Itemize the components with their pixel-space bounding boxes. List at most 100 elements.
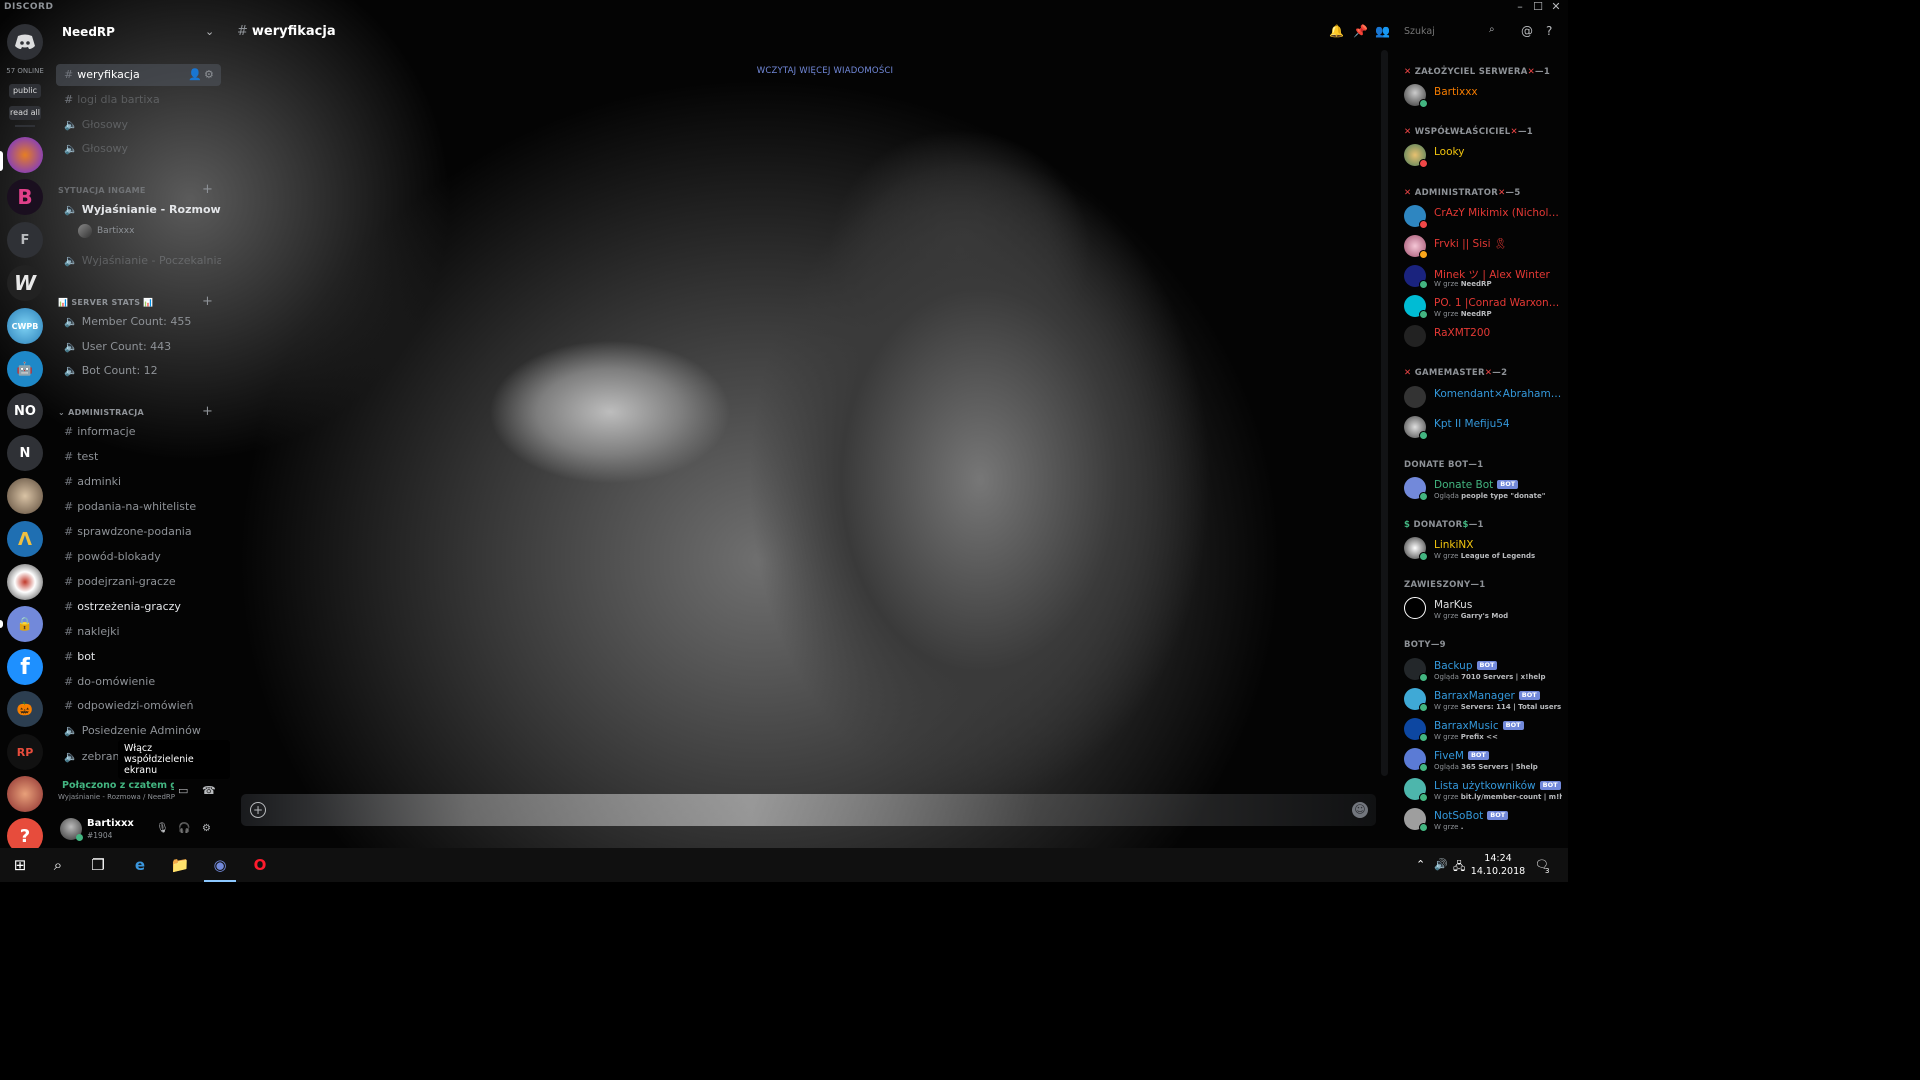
voice-location[interactable]: Wyjaśnianie - Rozmowa / NeedRP: [58, 793, 175, 801]
channel-test[interactable]: # test: [56, 446, 221, 468]
chevron-up-icon[interactable]: ⌃: [1416, 858, 1425, 871]
category-sytuacja[interactable]: SYTUACJA INGAME: [58, 186, 146, 195]
guild-robot-icon[interactable]: 🤖: [7, 351, 43, 387]
discord-home-button[interactable]: [7, 24, 43, 60]
member-item[interactable]: PO. 1 |Conrad Warxon|1... W grze NeedRP: [1404, 293, 1562, 321]
member-item[interactable]: BarraxMusic BOT W grze Prefix <<: [1404, 716, 1562, 744]
channel-informacje[interactable]: # informacje: [56, 421, 221, 443]
channel-odpowiedzi[interactable]: # odpowiedzi-omówień: [56, 695, 221, 717]
stats-member-count[interactable]: 🔈 Member Count: 455: [56, 311, 221, 333]
channel-glosowy-2[interactable]: 🔈 Głosowy: [56, 138, 221, 160]
member-item[interactable]: RaXMT200: [1404, 323, 1562, 351]
guild-needrp-icon[interactable]: [0, 137, 43, 173]
guild-emblem-icon[interactable]: [7, 564, 43, 600]
member-item[interactable]: LinkiNX W grze League of Legends: [1404, 535, 1562, 563]
channel-glosowy-1[interactable]: 🔈 Głosowy: [56, 114, 221, 136]
guild-w-icon[interactable]: W: [7, 265, 43, 301]
guild-f-icon[interactable]: F: [7, 222, 43, 258]
read-all-button[interactable]: read all: [9, 106, 41, 120]
server-name[interactable]: NeedRP: [62, 25, 115, 39]
category-administracja[interactable]: ⌄ ADMINISTRACJA: [58, 408, 144, 417]
voice-channel-posiedzenie[interactable]: 🔈 Posiedzenie Adminów: [56, 720, 221, 742]
message-input[interactable]: [282, 802, 1336, 820]
task-view-icon[interactable]: ❐: [78, 848, 118, 882]
messages-scrollbar[interactable]: [1381, 50, 1388, 776]
member-item[interactable]: Looky: [1404, 142, 1562, 170]
stats-bot-count[interactable]: 🔈 Bot Count: 12: [56, 360, 221, 382]
member-item[interactable]: Kpt II Mefiju54: [1404, 414, 1562, 442]
minimize-button[interactable]: –: [1512, 0, 1528, 13]
add-channel-icon[interactable]: +: [202, 294, 213, 309]
member-item[interactable]: BarraxManager BOT W grze Servers: 114 | T…: [1404, 686, 1562, 714]
microphone-icon[interactable]: 🎙: [156, 823, 169, 834]
member-item[interactable]: MarKus W grze Garry's Mod: [1404, 595, 1562, 623]
invite-icon[interactable]: 👤: [188, 64, 202, 86]
member-item[interactable]: Frvki || Sisi 🎗: [1404, 233, 1562, 261]
screenshare-icon[interactable]: ▭: [178, 784, 188, 797]
channel-bot[interactable]: # bot: [56, 646, 221, 668]
load-more-link[interactable]: WCZYTAJ WIĘCEJ WIADOMOŚCI: [600, 66, 1050, 76]
channel-adminki[interactable]: # adminki: [56, 471, 221, 493]
file-explorer-icon[interactable]: 📁: [160, 848, 200, 882]
category-server-stats[interactable]: 📊 SERVER STATS 📊: [58, 298, 154, 307]
search-icon[interactable]: ⌕: [38, 848, 78, 882]
edge-icon[interactable]: e: [120, 848, 160, 882]
guild-no-icon[interactable]: NO: [7, 393, 43, 429]
guild-a-icon[interactable]: Λ: [7, 521, 43, 557]
voice-channel-poczekalnia[interactable]: 🔈 Wyjaśnianie - Poczekalnia: [56, 250, 221, 272]
member-item[interactable]: NotSoBot BOT W grze .: [1404, 806, 1562, 834]
channel-podejrzani[interactable]: # podejrzani-gracze: [56, 571, 221, 593]
guild-pumpkin-icon[interactable]: 🎃: [7, 691, 43, 727]
channel-do-omowienie[interactable]: # do-omówienie: [56, 671, 221, 693]
member-item[interactable]: FiveM BOT Ogląda 365 Servers | 5help: [1404, 746, 1562, 774]
guild-rp-icon[interactable]: RP: [7, 734, 43, 770]
mention-icon[interactable]: @: [1521, 24, 1533, 38]
voice-channel-zebrani[interactable]: 🔈zebrani: [56, 746, 118, 768]
guild-bot-icon[interactable]: 🔒: [0, 606, 43, 642]
headphones-icon[interactable]: 🎧: [178, 823, 190, 834]
guild-b-icon[interactable]: B: [7, 179, 43, 215]
bell-icon[interactable]: 🔔: [1329, 24, 1344, 38]
emoji-icon[interactable]: ☺: [1352, 802, 1368, 818]
discord-taskbar-icon[interactable]: ◉: [200, 848, 240, 882]
windows-start-icon[interactable]: ⊞: [0, 848, 40, 882]
upload-plus-icon[interactable]: +: [250, 802, 266, 818]
stats-user-count[interactable]: 🔈 User Count: 443: [56, 336, 221, 358]
member-item[interactable]: Lista użytkowników BOT W grze bit.ly/memb…: [1404, 776, 1562, 804]
guild-cwpb-icon[interactable]: CWPB: [7, 308, 43, 344]
gear-icon[interactable]: ⚙: [202, 823, 211, 834]
chevron-down-icon[interactable]: ⌄: [205, 25, 214, 38]
guild-avatar-icon[interactable]: [7, 478, 43, 514]
channel-weryfikacja[interactable]: # weryfikacja 👤 ⚙: [56, 64, 221, 86]
guild-n-icon[interactable]: N: [7, 435, 43, 471]
guild-anime-icon[interactable]: [7, 776, 43, 812]
gear-icon[interactable]: ⚙: [204, 64, 214, 86]
close-button[interactable]: ✕: [1548, 0, 1564, 13]
maximize-button[interactable]: ☐: [1530, 0, 1546, 13]
voice-channel-rozmowa[interactable]: 🔈 Wyjaśnianie - Rozmowa: [56, 199, 221, 221]
volume-icon[interactable]: 🔊: [1434, 858, 1448, 871]
public-button[interactable]: public: [9, 84, 41, 98]
opera-icon[interactable]: O: [240, 848, 280, 882]
guild-fb-icon[interactable]: f: [7, 649, 43, 685]
voice-user[interactable]: Bartixxx: [78, 224, 134, 238]
add-channel-icon[interactable]: +: [202, 182, 213, 197]
disconnect-icon[interactable]: ☎: [202, 784, 216, 797]
member-item[interactable]: Donate Bot BOT Ogląda people type "donate…: [1404, 475, 1562, 503]
members-icon[interactable]: 👥: [1375, 24, 1390, 38]
channel-sprawdzone[interactable]: # sprawdzone-podania: [56, 521, 221, 543]
pin-icon[interactable]: 📌: [1353, 24, 1368, 38]
help-icon[interactable]: ?: [1546, 24, 1552, 38]
network-icon[interactable]: 🖧: [1453, 858, 1465, 877]
channel-logi[interactable]: # logi dla bartixa: [56, 89, 221, 111]
member-item[interactable]: CrAzY Mikimix (Nicholas...: [1404, 203, 1562, 231]
member-item[interactable]: Bartixxx: [1404, 82, 1562, 110]
channel-powod-blokady[interactable]: # powód-blokady: [56, 546, 221, 568]
member-item[interactable]: Backup BOT Ogląda 7010 Servers | x!help: [1404, 656, 1562, 684]
channel-podania[interactable]: # podania-na-whiteliste: [56, 496, 221, 518]
add-channel-icon[interactable]: +: [202, 404, 213, 419]
taskbar-clock[interactable]: 14:24 14.10.2018: [1470, 852, 1526, 878]
channel-naklejki[interactable]: # naklejki: [56, 621, 221, 643]
member-item[interactable]: Minek ツ | Alex Winter W grze NeedRP: [1404, 263, 1562, 291]
channel-ostrzezenia[interactable]: # ostrzeżenia-graczy: [56, 596, 221, 618]
